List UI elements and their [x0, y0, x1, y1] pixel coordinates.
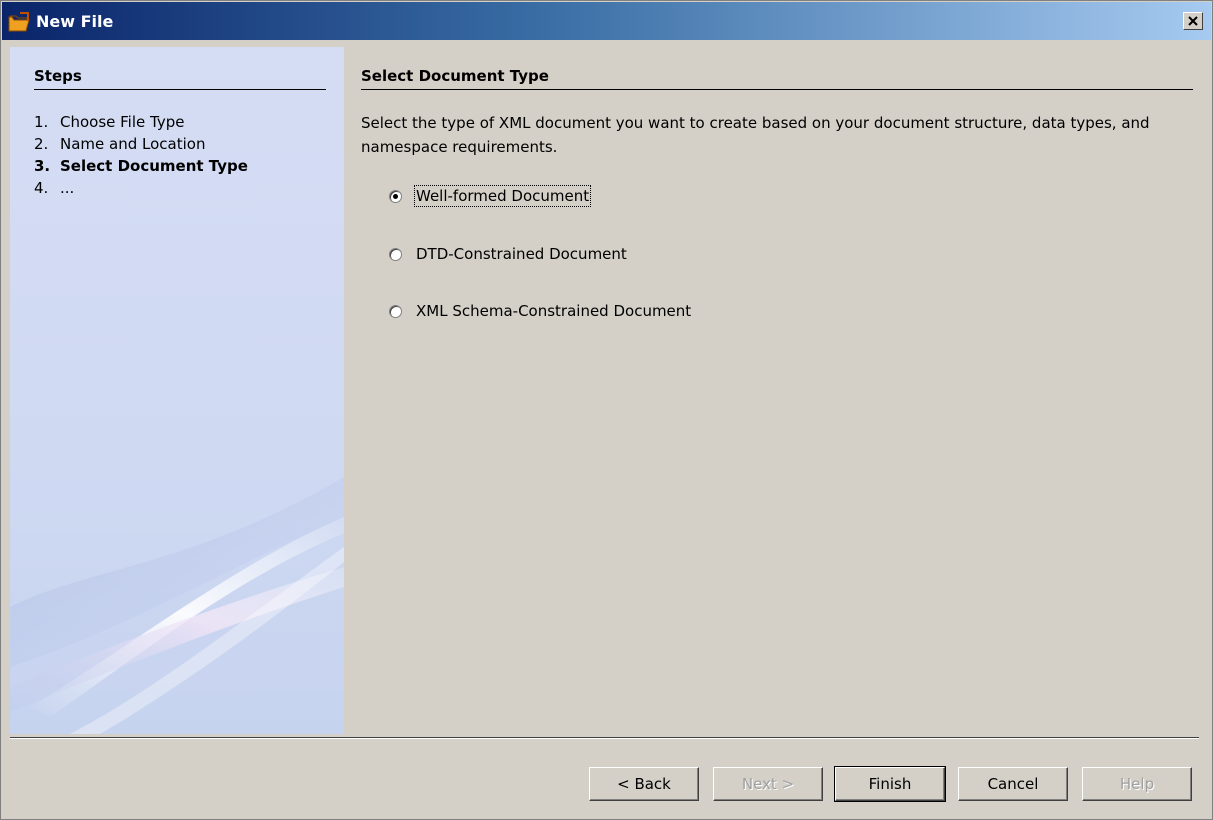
step-item: 4.... — [34, 177, 248, 199]
step-number: 3. — [34, 157, 51, 175]
radio-selected-dot — [393, 193, 398, 199]
radio-button-icon[interactable] — [389, 304, 402, 318]
steps-list: 1. Choose File Type 2. Name and Location 3… — [34, 111, 248, 199]
step-item: 1. Choose File Type — [34, 111, 248, 133]
radio-label[interactable]: Well-formed Document — [413, 185, 592, 207]
footer-divider — [10, 737, 1199, 739]
step-item-current: 3. Select Document Type — [34, 155, 248, 177]
next-button[interactable]: Next > — [713, 767, 823, 801]
cancel-button[interactable]: Cancel — [958, 767, 1068, 801]
close-icon — [1188, 16, 1198, 26]
radio-dtd-constrained[interactable]: DTD-Constrained Document — [389, 242, 627, 266]
steps-divider — [34, 89, 326, 90]
title-bar[interactable]: New File — [2, 2, 1211, 40]
radio-schema-constrained[interactable]: XML Schema-Constrained Document — [389, 299, 691, 323]
new-file-dialog: New File Steps 1. Choose File Type 2. Na… — [0, 0, 1213, 820]
step-label: Select Document Type — [60, 157, 248, 175]
window-title: New File — [36, 12, 114, 31]
step-item: 2. Name and Location — [34, 133, 248, 155]
content-heading: Select Document Type — [361, 67, 549, 85]
description-text: Select the type of XML document you want… — [361, 114, 1150, 156]
step-label: Name and Location — [60, 135, 206, 153]
radio-label[interactable]: XML Schema-Constrained Document — [416, 302, 691, 320]
step-number: 1. — [34, 113, 49, 131]
finish-button[interactable]: Finish — [834, 766, 946, 802]
radio-label[interactable]: DTD-Constrained Document — [416, 245, 627, 263]
back-button[interactable]: < Back — [589, 767, 699, 801]
close-button[interactable] — [1183, 12, 1203, 30]
content-divider — [361, 89, 1193, 90]
radio-button-icon[interactable] — [389, 247, 402, 261]
steps-panel: Steps 1. Choose File Type 2. Name and Loca… — [10, 47, 344, 734]
step-number: 2. — [34, 135, 49, 153]
step-label: Choose File Type — [60, 113, 185, 131]
folder-icon — [8, 12, 30, 32]
step-label: ... — [60, 179, 75, 197]
radio-well-formed[interactable]: Well-formed Document — [389, 184, 592, 208]
steps-heading: Steps — [34, 67, 82, 85]
step-number: 4. — [34, 179, 49, 197]
help-button[interactable]: Help — [1082, 767, 1192, 801]
radio-button-icon[interactable] — [389, 189, 402, 203]
